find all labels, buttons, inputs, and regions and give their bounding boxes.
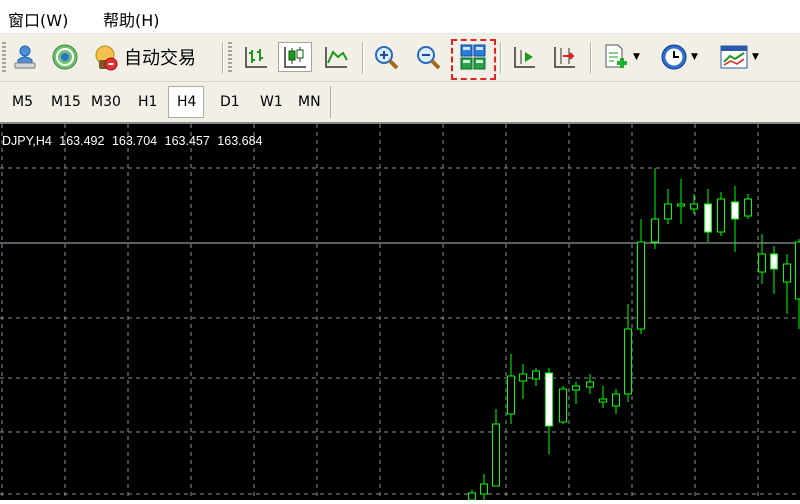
zoom-in-button[interactable]: [370, 42, 402, 72]
templates-icon: [719, 44, 749, 70]
chart-shift-button[interactable]: [508, 42, 540, 72]
candle-body: [745, 199, 752, 216]
candle-body: [625, 329, 632, 394]
line-chart-icon: [323, 44, 349, 70]
candle-body: [520, 374, 527, 381]
candle-body: [796, 242, 800, 299]
chevron-down-icon[interactable]: ▼: [633, 52, 640, 62]
chart-open: 163.492: [59, 134, 104, 148]
bar-chart-icon: [243, 44, 269, 70]
chart-close: 163.684: [217, 134, 262, 148]
candle-body: [638, 242, 645, 329]
timeframe-h4[interactable]: H4: [177, 94, 196, 110]
templates-button[interactable]: ▼: [716, 42, 762, 72]
chart-low: 163.457: [165, 134, 210, 148]
chart-symbol: DJPY,H4: [2, 134, 52, 148]
periods-clock-icon: [660, 43, 688, 71]
candle-body: [784, 264, 791, 282]
candle-body: [759, 254, 766, 272]
zoom-in-icon: [373, 44, 399, 70]
menu-help[interactable]: 帮助(H): [103, 7, 160, 31]
candle-body: [587, 382, 594, 387]
signal-broadcast-icon: [51, 43, 79, 71]
chevron-down-icon[interactable]: ▼: [691, 52, 698, 62]
timeframe-m15[interactable]: M15: [51, 94, 81, 110]
tile-windows-highlight: [451, 39, 496, 80]
candle-body: [652, 219, 659, 242]
menu-window[interactable]: 窗口(W): [8, 7, 68, 31]
candle-body: [600, 399, 607, 402]
toolbar-separator: [362, 42, 364, 74]
price-chart[interactable]: DJPY,H4 163.492 163.704 163.457 163.684: [0, 124, 800, 500]
toolbar-separator: [222, 42, 224, 74]
periods-button[interactable]: ▼: [656, 42, 702, 72]
candle-body: [691, 204, 698, 209]
candlestick-chart-button[interactable]: [278, 42, 312, 72]
toolbar-separator: [590, 42, 592, 74]
candle-body: [546, 373, 553, 426]
candlestick-chart-icon: [282, 44, 308, 70]
candle-body: [533, 371, 540, 379]
market-watch-button[interactable]: [10, 42, 40, 72]
chart-info-line: DJPY,H4 163.492 163.704 163.457 163.684: [2, 134, 266, 148]
auto-scroll-button[interactable]: [548, 42, 580, 72]
candle-body: [771, 254, 778, 269]
timeframe-h1[interactable]: H1: [138, 94, 157, 110]
main-toolbar: 自动交易: [0, 34, 800, 82]
line-chart-button[interactable]: [320, 42, 352, 72]
chart-shift-icon: [511, 44, 537, 70]
candle-body: [560, 389, 567, 422]
toolbar-separator: [500, 42, 502, 74]
timeframe-w1[interactable]: W1: [260, 94, 283, 110]
candle-body: [481, 484, 488, 494]
candle-body: [573, 386, 580, 390]
candle-body: [613, 394, 620, 406]
auto-trading-icon: [90, 42, 120, 72]
zoom-out-icon: [415, 44, 441, 70]
candle-body: [705, 204, 712, 232]
candle-body: [678, 204, 685, 206]
timeframe-d1[interactable]: D1: [220, 94, 240, 110]
auto-trading-button[interactable]: 自动交易: [90, 42, 210, 72]
candles-group: [469, 168, 800, 500]
toolbar-grip[interactable]: [228, 42, 232, 74]
timeframe-m30[interactable]: M30: [91, 94, 121, 110]
menu-bar: 窗口(W) 帮助(H): [0, 0, 800, 34]
zoom-out-button[interactable]: [412, 42, 444, 72]
market-watch-icon: [12, 44, 38, 70]
indicators-icon: [602, 43, 630, 71]
candle-body: [508, 376, 515, 414]
candlestick-chart[interactable]: [0, 124, 800, 500]
toolbar-separator: [330, 86, 331, 118]
candle-body: [665, 204, 672, 219]
candle-body: [469, 493, 476, 500]
timeframe-toolbar: M5 M15 M30 H1 H4 D1 W1 MN: [0, 82, 800, 124]
auto-trading-label: 自动交易: [124, 44, 196, 70]
timeframe-m5[interactable]: M5: [12, 94, 33, 110]
chart-high: 163.704: [112, 134, 157, 148]
indicators-button[interactable]: ▼: [598, 42, 644, 72]
auto-scroll-icon: [551, 44, 577, 70]
toolbar-grip[interactable]: [2, 42, 6, 74]
chevron-down-icon[interactable]: ▼: [752, 52, 759, 62]
signals-button[interactable]: [48, 42, 82, 72]
candle-body: [732, 202, 739, 219]
candle-body: [493, 424, 500, 486]
timeframe-mn[interactable]: MN: [298, 94, 321, 110]
candle-body: [718, 199, 725, 232]
bar-chart-button[interactable]: [240, 42, 272, 72]
chart-grid: [0, 124, 800, 500]
